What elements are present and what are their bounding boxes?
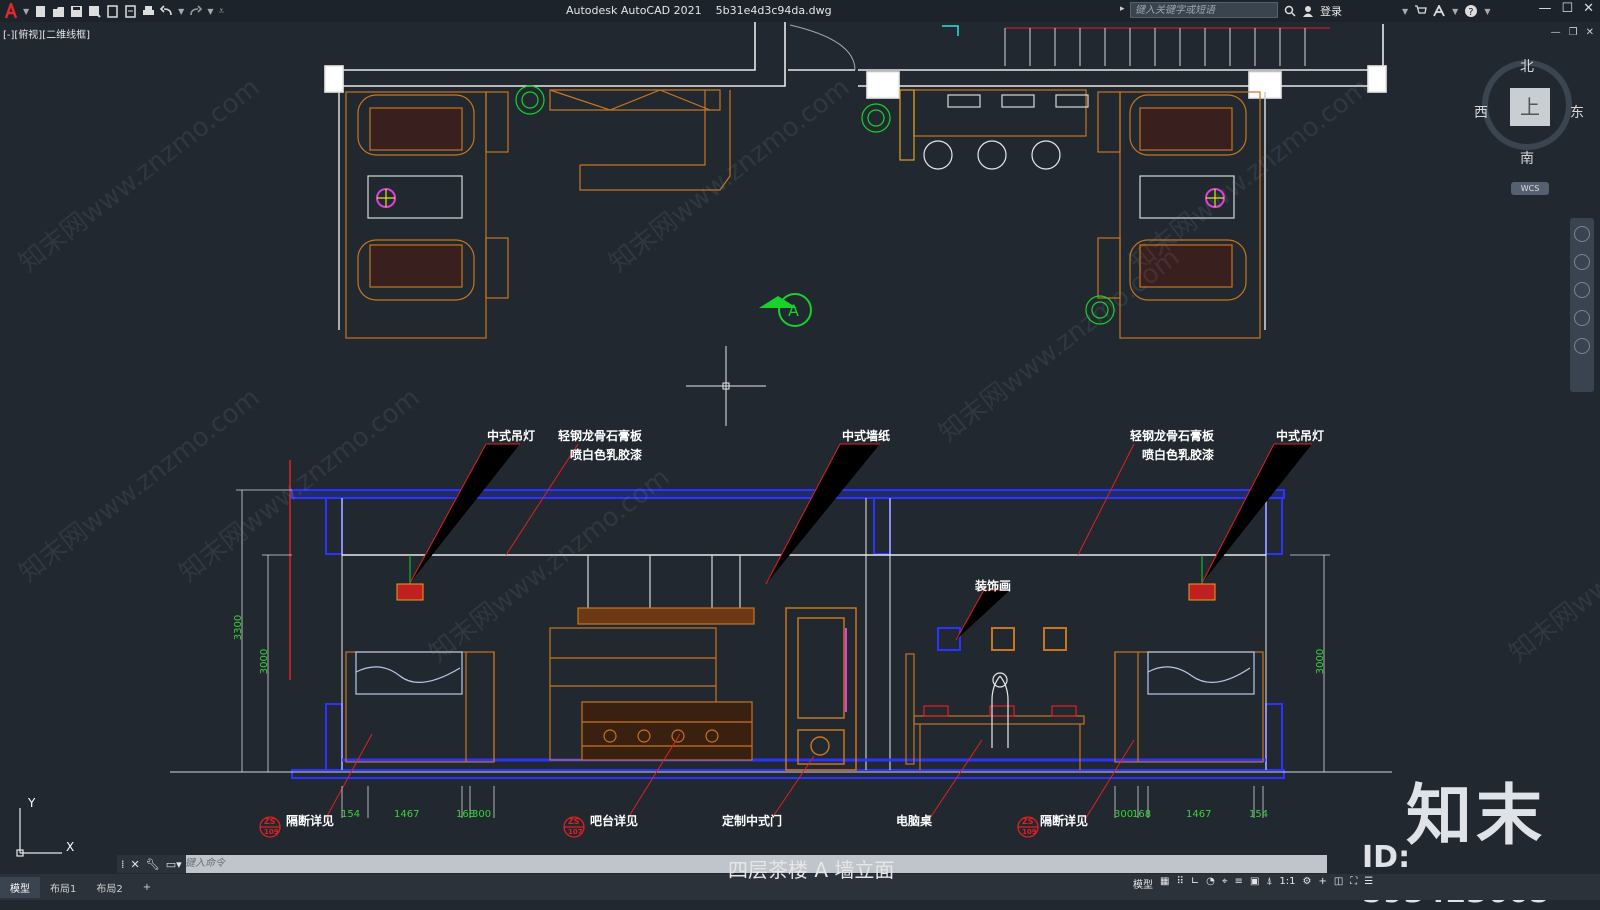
annotation-gypsum-right-2: 喷白色乳胶漆 <box>1142 448 1215 462</box>
isolate-icon[interactable]: ◫ <box>1334 876 1343 891</box>
dim-168-right: 168 <box>1132 809 1152 820</box>
dim-right-3000: 3000 <box>1315 648 1327 675</box>
steering-wheel-icon[interactable] <box>1574 226 1590 242</box>
annotation-desk: 电脑桌 <box>896 814 933 828</box>
plan-door-swing <box>789 24 856 71</box>
viewcube-north[interactable]: 北 <box>1520 56 1534 76</box>
dim-300-right: 300 <box>1114 809 1134 820</box>
zs-mid-bottom: 107 <box>568 828 583 836</box>
annotation-gypsum-left-2: 喷白色乳胶漆 <box>570 448 643 462</box>
drawing-canvas[interactable]: A <box>0 0 1600 900</box>
navigation-bar <box>1570 218 1594 392</box>
viewcube-top-face[interactable]: 上 <box>1510 88 1550 126</box>
orbit-icon[interactable] <box>1574 310 1590 326</box>
plus-icon[interactable]: + <box>1318 876 1326 891</box>
pan-icon[interactable] <box>1574 254 1590 270</box>
annotation-booth-right: 隔断详见 <box>1040 814 1089 828</box>
zs-right-bottom: 109 <box>1022 828 1037 836</box>
plan-computer-desk <box>899 89 1089 170</box>
plan-bar-counter <box>549 89 731 191</box>
plan-plants <box>515 85 1115 325</box>
elevation-frame <box>170 460 1392 779</box>
annotation-scale-icon[interactable]: ⍋ <box>1266 876 1272 891</box>
plan-booth-right <box>1097 91 1261 339</box>
workspace-gear-icon[interactable]: ⚙ <box>1302 876 1311 891</box>
transparency-icon[interactable]: ▣ <box>1250 876 1259 891</box>
tab-add[interactable]: + <box>133 879 161 896</box>
dim-left-3000: 3000 <box>259 648 271 675</box>
annotation-lamp-right: 中式吊灯 <box>1276 429 1325 443</box>
dim-1467-right: 1467 <box>1186 809 1212 820</box>
ortho-icon[interactable]: ∟ <box>1191 876 1199 891</box>
viewcube[interactable]: 上 北 南 西 东 WCS <box>1474 56 1588 206</box>
wcs-menu[interactable]: WCS <box>1511 182 1549 195</box>
command-grip-icon[interactable]: ⁞ <box>121 858 125 871</box>
command-recent-icon[interactable]: ▭▾ <box>166 858 182 871</box>
drawing-title: 四层茶楼 A 墙立面 <box>728 858 895 882</box>
dim-left-3300: 3300 <box>233 614 245 641</box>
elevation-booth-right <box>1114 651 1264 763</box>
annotation-gypsum-right-1: 轻钢龙骨石膏板 <box>1130 429 1215 443</box>
ucs-icon <box>16 808 62 857</box>
tab-model[interactable]: 模型 <box>0 876 40 898</box>
ucs-y-label: Y <box>28 796 36 810</box>
polar-icon[interactable]: ◔ <box>1206 876 1215 891</box>
zs-left-bottom: 109 <box>264 828 279 836</box>
elevation-booth-left <box>345 651 495 763</box>
status-bar: 模型 ▦ ⠿ ∟ ◔ ⌖ ≡ ▣ ⍋ 1:1 ⚙ + ◫ ⛶ ☰ <box>1133 876 1373 891</box>
command-close-icon[interactable]: ✕ <box>131 858 140 871</box>
dim-1467-left: 1467 <box>394 809 420 820</box>
annotation-booth-left: 隔断详见 <box>286 814 335 828</box>
crosshair-cursor <box>686 346 766 426</box>
osnap-icon[interactable]: ⌖ <box>1222 876 1228 891</box>
viewcube-east[interactable]: 东 <box>1570 102 1584 122</box>
zs-right-top: ZS <box>1022 817 1034 826</box>
status-scale[interactable]: 1:1 <box>1279 876 1295 891</box>
annotation-gypsum-left-1: 轻钢龙骨石膏板 <box>558 429 643 443</box>
zs-mid-top: ZS <box>568 817 580 826</box>
stair-arrow <box>942 25 959 36</box>
annotation-door: 定制中式门 <box>722 814 783 828</box>
elevation-marker-letter: A <box>788 301 799 320</box>
annotation-painting: 装饰画 <box>975 579 1012 593</box>
dim-154-left: 154 <box>341 809 361 820</box>
viewcube-west[interactable]: 西 <box>1474 102 1488 122</box>
tab-layout1[interactable]: 布局1 <box>40 877 86 898</box>
plan-booth-left <box>345 91 509 339</box>
viewcube-south[interactable]: 南 <box>1520 148 1534 168</box>
elevation-lamps <box>396 555 1216 601</box>
plan-stair <box>1004 27 1330 66</box>
dimension-lines <box>236 489 1330 818</box>
customize-menu-icon[interactable]: ☰ <box>1364 876 1373 891</box>
snap-icon[interactable]: ⠿ <box>1176 876 1183 891</box>
fullscreen-icon[interactable]: ⛶ <box>1350 876 1357 891</box>
status-model[interactable]: 模型 <box>1133 876 1153 891</box>
grid-icon[interactable]: ▦ <box>1160 876 1169 891</box>
ucs-x-label: X <box>66 840 75 854</box>
command-line-tools: ⁞ ✕ 🔧︎ ▭▾ <box>117 855 186 873</box>
elevation-marker[interactable] <box>759 293 812 327</box>
dim-154-right: 154 <box>1249 809 1269 820</box>
annotation-bar: 吧台详见 <box>590 814 639 828</box>
tab-layout2[interactable]: 布局2 <box>86 877 132 898</box>
lineweight-icon[interactable]: ≡ <box>1235 876 1243 891</box>
zs-left-top: ZS <box>264 817 276 826</box>
zoom-extents-icon[interactable] <box>1574 282 1590 298</box>
annotation-lamp-left: 中式吊灯 <box>487 429 536 443</box>
showmotion-icon[interactable] <box>1574 338 1590 354</box>
elevation-door <box>785 607 857 771</box>
command-customize-icon[interactable]: 🔧︎ <box>146 858 160 871</box>
elevation-desk <box>905 627 1085 770</box>
elevation-bar <box>549 555 755 761</box>
annotation-wallpaper: 中式墙纸 <box>842 429 891 443</box>
dim-300-left: 300 <box>472 809 492 820</box>
